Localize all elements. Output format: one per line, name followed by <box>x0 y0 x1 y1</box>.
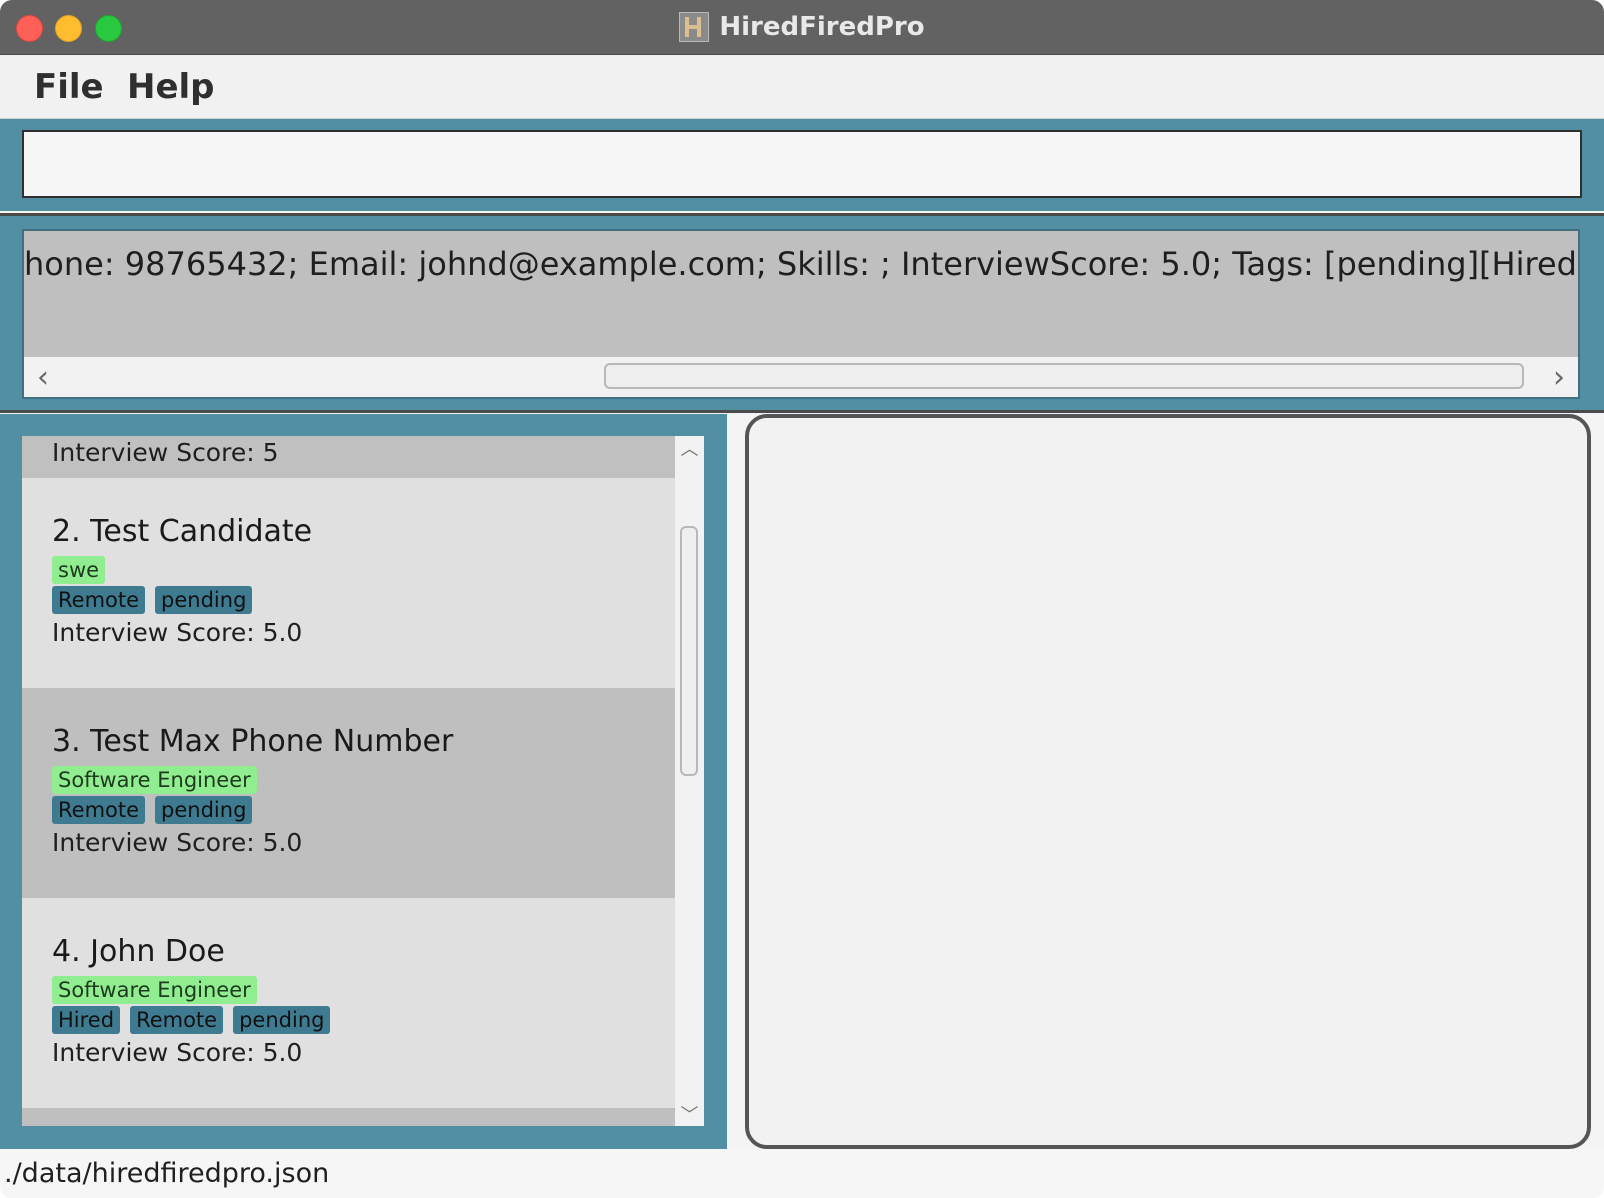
candidate-name: 4. John Doe <box>52 934 225 969</box>
app-window: HiredFiredPro File Help hone: 98765432; … <box>0 0 1604 1198</box>
app-icon <box>679 12 710 42</box>
vertical-scrollbar[interactable]: ︿ ﹀ <box>675 436 704 1126</box>
command-box <box>0 119 1604 211</box>
window-title-text: HiredFiredPro <box>719 12 925 42</box>
horizontal-scroll-thumb[interactable] <box>604 363 1524 389</box>
horizontal-scrollbar[interactable]: ‹ › <box>24 357 1578 397</box>
interview-score: Interview Score: 5.0 <box>52 828 303 857</box>
skill-tag: swe <box>52 556 106 584</box>
candidate-name: 2. Test Candidate <box>52 514 313 549</box>
scroll-up-icon[interactable]: ︿ <box>675 436 704 460</box>
window-title: HiredFiredPro <box>0 0 1604 54</box>
menu-file[interactable]: File <box>34 67 104 107</box>
interview-score: Interview Score: 5.0 <box>52 1038 303 1067</box>
result-text: hone: 98765432; Email: johnd@example.com… <box>24 245 1580 283</box>
status-tag: pending <box>155 586 253 614</box>
menu-help[interactable]: Help <box>127 67 215 107</box>
result-text-area[interactable]: hone: 98765432; Email: johnd@example.com… <box>22 229 1580 399</box>
status-tags: Hired Remote pending <box>52 1006 331 1034</box>
candidate-list-panel: Interview Score: 5 2. Test Candidate swe… <box>0 414 727 1149</box>
status-tag: Remote <box>52 796 146 824</box>
candidate-detail-panel <box>745 414 1591 1149</box>
skill-tags: Software Engineer <box>52 976 257 1004</box>
scroll-down-icon[interactable]: ﹀ <box>675 1102 704 1126</box>
list-item[interactable] <box>22 1108 675 1126</box>
status-tag: pending <box>155 796 253 824</box>
title-bar: HiredFiredPro <box>0 0 1604 55</box>
skill-tags: swe <box>52 556 106 584</box>
candidate-list: Interview Score: 5 2. Test Candidate swe… <box>22 436 704 1126</box>
menu-bar: File Help <box>0 55 1604 119</box>
candidate-list-view: Interview Score: 5 2. Test Candidate swe… <box>22 436 675 1126</box>
status-tag: Hired <box>52 1006 121 1034</box>
skill-tag: Software Engineer <box>52 976 257 1004</box>
list-item[interactable]: Interview Score: 5 <box>22 436 675 478</box>
status-tag: pending <box>233 1006 331 1034</box>
skill-tags: Software Engineer <box>52 766 257 794</box>
command-input[interactable] <box>22 130 1582 198</box>
interview-score: Interview Score: 5 <box>52 438 279 467</box>
save-file-path: ./data/hiredfiredpro.json <box>4 1158 330 1189</box>
list-item[interactable]: 3. Test Max Phone Number Software Engine… <box>22 688 675 898</box>
list-item[interactable]: 2. Test Candidate swe Remote pending Int… <box>22 478 675 688</box>
status-bar: ./data/hiredfiredpro.json <box>0 1149 1604 1198</box>
status-tags: Remote pending <box>52 586 253 614</box>
interview-score: Interview Score: 5.0 <box>52 618 303 647</box>
status-tags: Remote pending <box>52 796 253 824</box>
list-item[interactable]: 4. John Doe Software Engineer Hired Remo… <box>22 898 675 1108</box>
vertical-scroll-thumb[interactable] <box>680 526 698 776</box>
status-tag: Remote <box>130 1006 224 1034</box>
skill-tag: Software Engineer <box>52 766 257 794</box>
candidate-name: 3. Test Max Phone Number <box>52 724 454 759</box>
scroll-left-icon[interactable]: ‹ <box>28 357 58 397</box>
scroll-right-icon[interactable]: › <box>1544 357 1574 397</box>
result-display: hone: 98765432; Email: johnd@example.com… <box>0 213 1604 413</box>
status-tag: Remote <box>52 586 146 614</box>
